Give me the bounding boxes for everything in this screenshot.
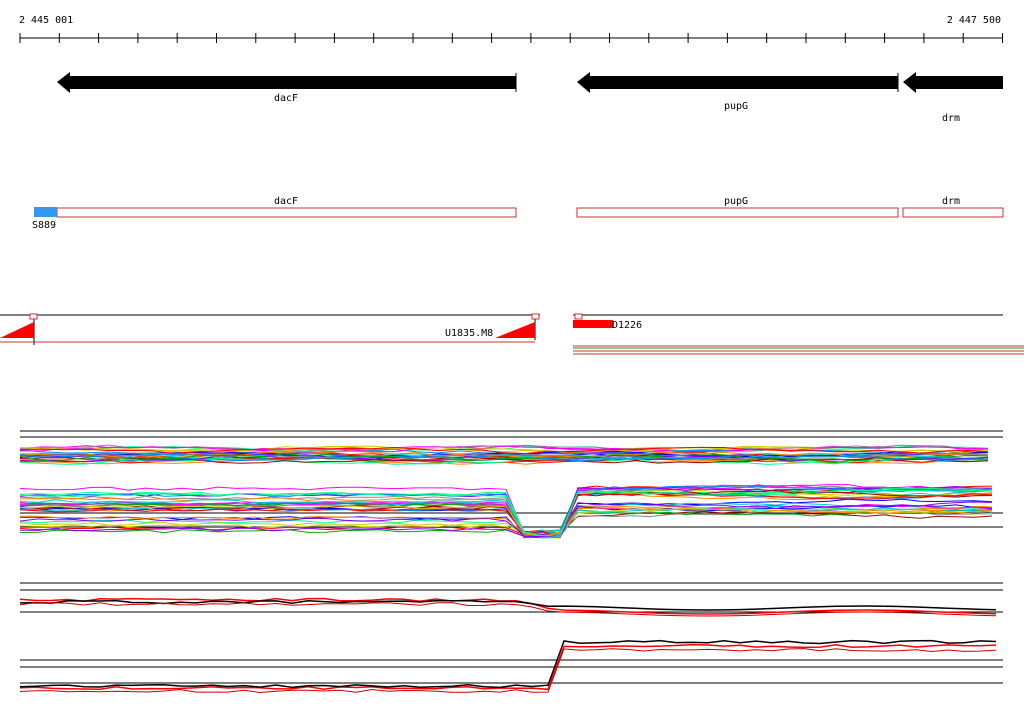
gene-label-dacf: dacF	[274, 93, 298, 104]
element-handle-right[interactable]	[531, 313, 540, 320]
signal-panel[interactable]	[19, 582, 1003, 694]
element-handle-left[interactable]	[29, 313, 38, 320]
signal-line-upper	[19, 602, 997, 617]
element-track[interactable]: U1835.M8 D1226	[0, 313, 1024, 355]
feature-label-drm: drm	[942, 196, 960, 207]
element-handle-d1226[interactable]	[574, 313, 583, 320]
signal-lines	[19, 597, 997, 694]
element-wedge-u1835[interactable]	[495, 322, 535, 338]
feature-box-pupg[interactable]	[576, 207, 899, 218]
promoter-label-s889: S889	[32, 220, 56, 231]
ruler-end-label: 2 447 500	[947, 15, 1001, 26]
promoter-box-s889[interactable]	[34, 207, 57, 217]
genome-browser-view: 2 445 001 2 447 500 dacF pupG drm dacF S…	[0, 15, 1024, 694]
gene-arrow-dacf[interactable]	[57, 72, 516, 93]
expression-profiles-panel[interactable]	[19, 430, 1003, 539]
feature-box-dacf[interactable]	[56, 207, 517, 218]
feature-track[interactable]: dacF S889 pupG drm	[32, 196, 1004, 231]
coordinate-ruler: 2 445 001 2 447 500	[19, 15, 1003, 43]
gene-label-pupg: pupG	[724, 101, 748, 112]
element-label-u1835: U1835.M8	[445, 328, 493, 339]
ruler-start-label: 2 445 001	[19, 15, 73, 26]
gene-arrow-pupg[interactable]	[577, 72, 898, 93]
profile-lines	[19, 444, 993, 539]
feature-label-dacf: dacF	[274, 196, 298, 207]
feature-box-drm[interactable]	[902, 207, 1004, 218]
element-box-d1226[interactable]	[573, 320, 613, 328]
signal-line-upper	[19, 599, 997, 611]
gene-track[interactable]: dacF pupG drm	[57, 72, 1003, 124]
element-label-d1226: D1226	[612, 320, 642, 331]
feature-label-pupg: pupG	[724, 196, 748, 207]
gene-arrow-drm[interactable]	[903, 72, 1003, 93]
gene-label-drm: drm	[942, 113, 960, 124]
element-wedge-left[interactable]	[0, 322, 34, 338]
